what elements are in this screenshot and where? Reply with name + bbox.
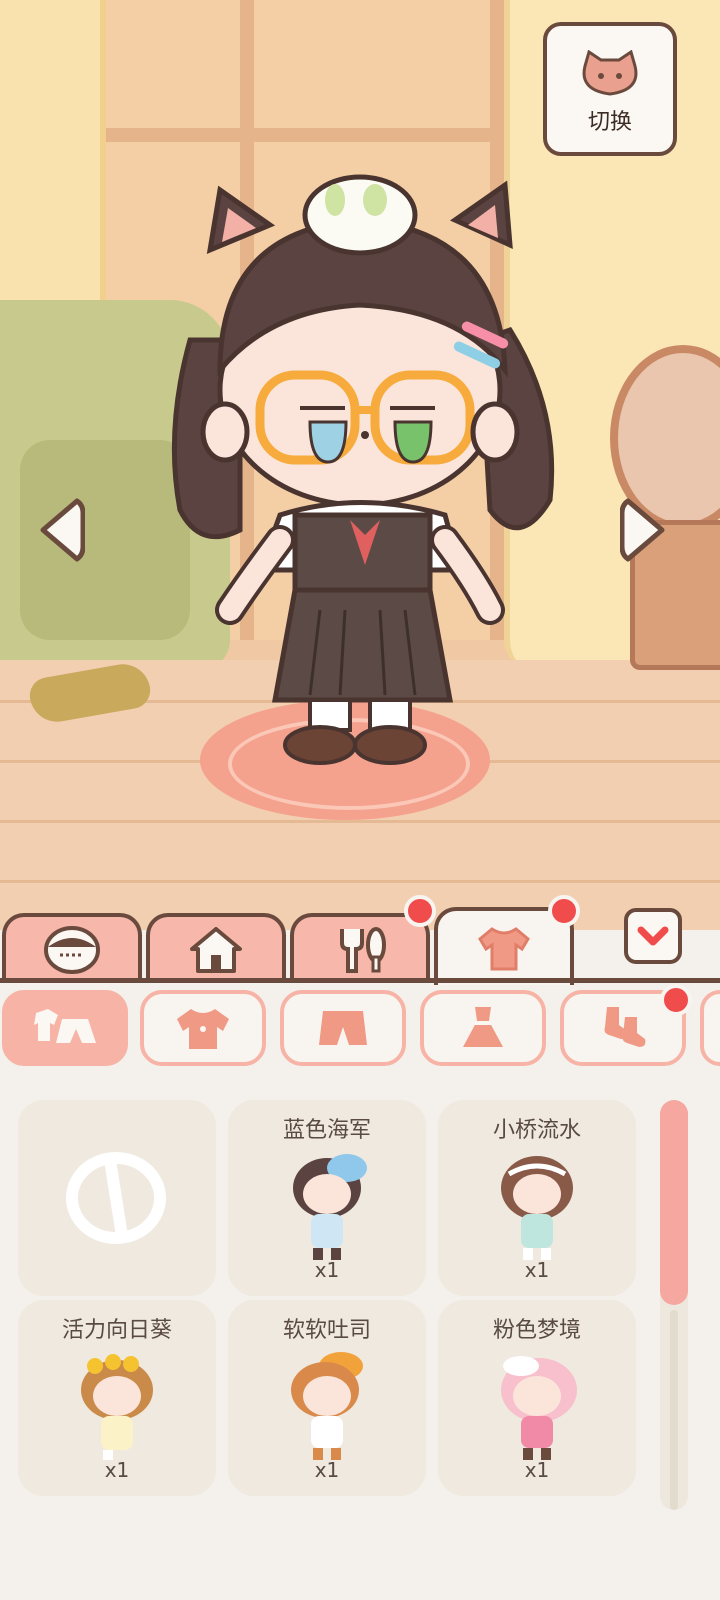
none-icon [66,1152,166,1244]
item-name: 蓝色海军 [282,1118,371,1143]
subcat-more[interactable] [700,990,720,1066]
badge-dot [660,984,692,1016]
outfit-thumbnail [291,1352,363,1460]
item-card[interactable]: 小桥流水 x1 [438,1100,636,1296]
item-card[interactable]: 软软吐司 x1 [228,1300,426,1496]
item-card-none[interactable] [18,1100,216,1296]
item-card[interactable]: 蓝色海军 x1 [228,1100,426,1296]
tab-food[interactable] [290,913,430,983]
item-name: 软软吐司 [282,1318,371,1343]
item-count: x1 [314,1458,340,1482]
arrow-left-icon[interactable] [35,495,85,565]
item-name: 小桥流水 [492,1118,581,1143]
item-count: x1 [104,1458,130,1482]
socks-icon [604,1007,646,1047]
switch-label: 切换 [587,110,632,135]
subcategory-bar [0,984,720,1070]
face-icon [44,926,100,974]
house-icon [190,927,242,973]
shorts-icon [319,1011,367,1045]
subcat-dress[interactable] [420,990,546,1066]
shirt-icon [478,927,530,971]
item-count: x1 [524,1458,550,1482]
cat-face-icon [579,49,641,96]
tab-divider [0,978,720,983]
switch-character-button[interactable]: 切换 [543,22,677,156]
subcat-outfit-set[interactable] [2,990,128,1066]
item-card[interactable]: 粉色梦境 x1 [438,1300,636,1496]
subcat-top[interactable] [140,990,266,1066]
item-count: x1 [314,1258,340,1282]
item-card[interactable]: 活力向日葵 x1 [18,1300,216,1496]
tab-face[interactable] [2,913,142,983]
arrow-right-icon[interactable] [620,495,670,565]
character-avatar[interactable] [160,170,580,770]
top-icon [177,1009,229,1049]
badge-dot [548,895,580,927]
outfit-thumbnail [501,1156,573,1260]
item-name: 活力向日葵 [61,1318,172,1343]
scrollbar-rail [670,1310,678,1510]
outfit-set-icon [34,1009,96,1043]
outfit-thumbnail [293,1154,367,1260]
collapse-button[interactable] [624,908,682,964]
subcat-shorts[interactable] [280,990,406,1066]
category-tabs [0,895,720,985]
chevron-down-icon [637,926,669,946]
item-count: x1 [524,1258,550,1282]
outfit-thumbnail [81,1354,153,1460]
outfit-thumbnail [501,1356,577,1460]
item-name: 粉色梦境 [492,1318,581,1343]
scrollbar-thumb[interactable] [660,1100,688,1305]
fork-spoon-icon [340,927,386,973]
dress-icon [463,1007,503,1047]
badge-dot [404,895,436,927]
tab-house[interactable] [146,913,286,983]
